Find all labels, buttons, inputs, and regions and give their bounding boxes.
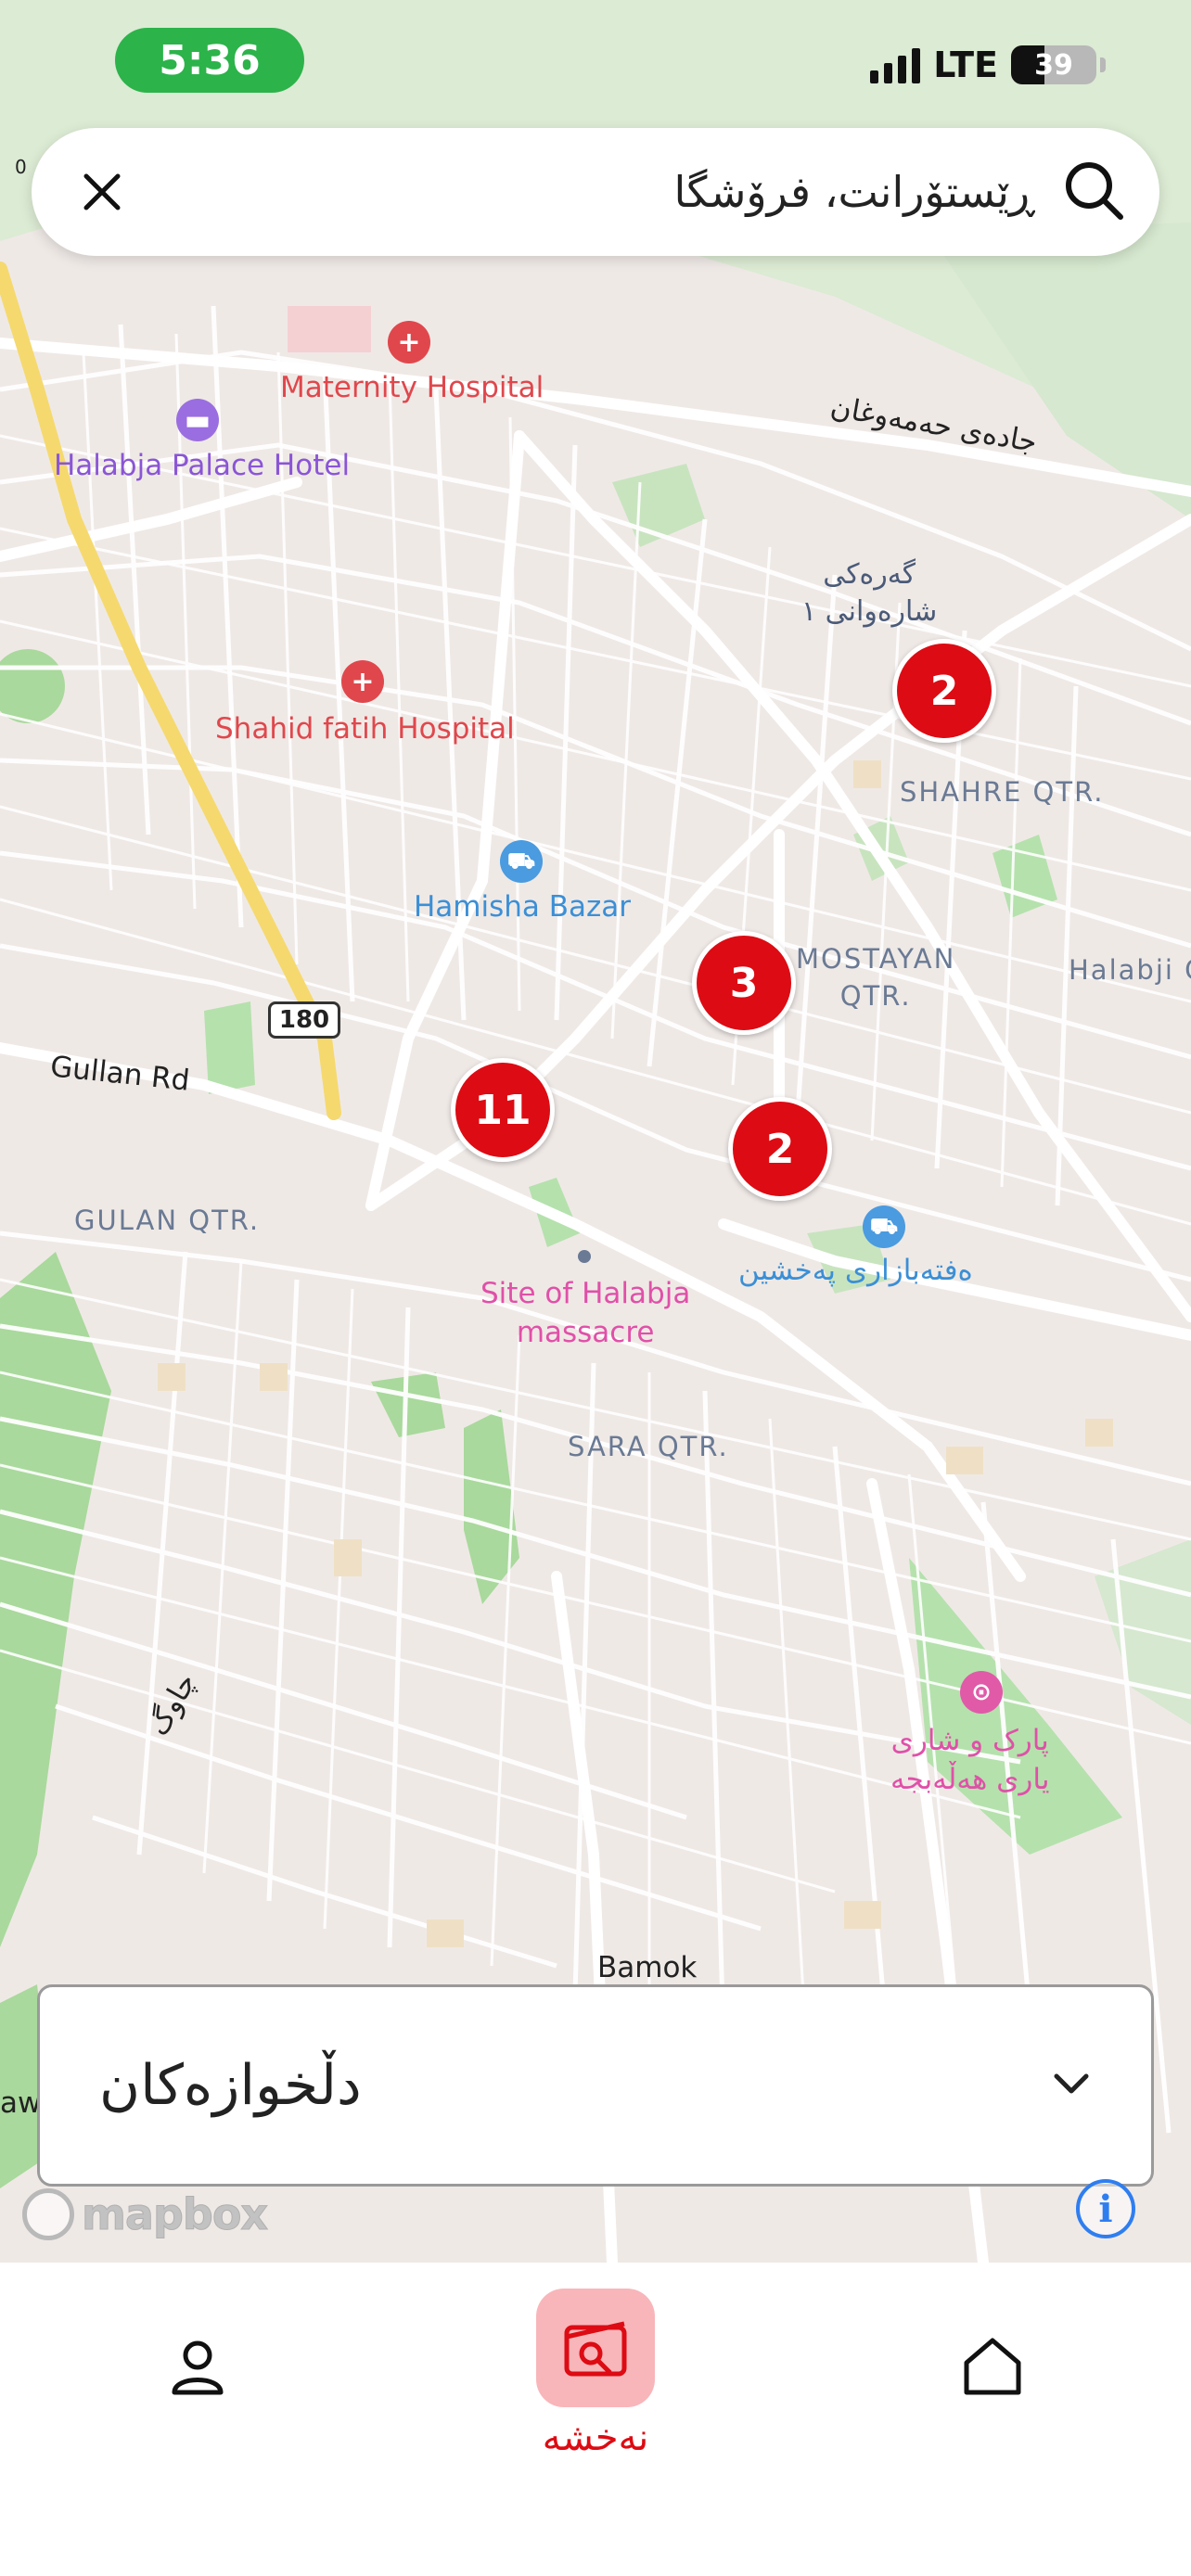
nav-map[interactable]: نەخشە [536, 2289, 655, 2459]
bottom-nav: نەخشە [0, 2263, 1191, 2576]
label-halabji-edge: Halabji G [1069, 954, 1191, 986]
hospital-icon[interactable]: + [388, 321, 430, 363]
label-bazar-ku[interactable]: ەفتەبازاری پەخشین [738, 1254, 973, 1287]
signal-icon [870, 46, 921, 83]
search-input[interactable] [130, 167, 1061, 217]
shop-icon[interactable]: ⛟ [500, 840, 543, 883]
battery-tip [1100, 57, 1106, 72]
map-view[interactable]: + ▬ + ⛟ ⛟ ⊙ Maternity Hospital Halabja P… [0, 0, 1191, 2263]
cluster-marker[interactable]: 2 [728, 1097, 832, 1201]
favorites-dropdown[interactable]: دڵخوازەکان [37, 1984, 1154, 2187]
mapbox-wordmark: mapbox [81, 2189, 268, 2240]
home-icon [964, 2338, 1021, 2395]
label-edge-left: aw [0, 2086, 42, 2120]
network-type: LTE [933, 45, 998, 85]
search-bar[interactable] [32, 128, 1159, 256]
label-gulan-qtr: GULAN QTR. [74, 1205, 261, 1236]
label-shahid-hospital[interactable]: Shahid fatih Hospital [215, 712, 515, 746]
label-sara-qtr: SARA QTR. [568, 1431, 729, 1462]
status-time: 5:36 [115, 28, 304, 93]
mapbox-logo-icon [22, 2188, 74, 2240]
cluster-marker[interactable]: 2 [892, 639, 996, 743]
label-mostayan-qtr: MOSTAYAN QTR. [796, 943, 956, 1012]
label-zoom-marker: 0 [15, 156, 27, 178]
label-shahre-qtr: SHAHRE QTR. [900, 776, 1105, 808]
profile-icon [172, 2340, 224, 2395]
shop-icon[interactable]: ⛟ [863, 1205, 905, 1248]
landmark-dot [578, 1250, 591, 1263]
hotel-icon[interactable]: ▬ [176, 399, 219, 441]
map-icon [564, 2321, 627, 2377]
label-site-massacre[interactable]: Site of Halabja massacre [480, 1274, 690, 1352]
cluster-marker[interactable]: 3 [692, 931, 796, 1035]
label-hamisha-bazar[interactable]: Hamisha Bazar [414, 890, 631, 924]
nav-home[interactable] [961, 2335, 1024, 2398]
label-park-ku[interactable]: پارک و شاری یاری هەڵەبجە [890, 1721, 1049, 1799]
status-indicators: LTE 39 [870, 45, 1106, 85]
hospital-icon[interactable]: + [341, 660, 384, 703]
label-garage-ku: گەرەکی شارەوانی ١ [801, 558, 938, 628]
cluster-marker[interactable]: 11 [451, 1058, 555, 1162]
label-palace-hotel[interactable]: Halabja Palace Hotel [54, 449, 350, 482]
search-icon[interactable] [1061, 158, 1126, 226]
chevron-down-icon [1053, 2072, 1090, 2099]
park-icon[interactable]: ⊙ [960, 1671, 1003, 1714]
label-bamok: Bamok [597, 1951, 698, 1984]
favorites-title: دڵخوازەکان [99, 2053, 362, 2118]
info-icon[interactable]: i [1076, 2179, 1135, 2238]
close-icon[interactable] [74, 164, 130, 220]
mapbox-logo[interactable]: mapbox [22, 2188, 269, 2240]
battery-icon: 39 [1011, 45, 1096, 84]
highway-shield: 180 [268, 1001, 340, 1039]
map-base [0, 0, 1191, 2263]
nav-map-active-bg [536, 2289, 655, 2407]
label-maternity-hospital[interactable]: Maternity Hospital [280, 371, 544, 404]
battery-level: 39 [1034, 48, 1073, 82]
nav-profile[interactable] [167, 2337, 228, 2398]
nav-map-label: نەخشە [542, 2417, 649, 2459]
